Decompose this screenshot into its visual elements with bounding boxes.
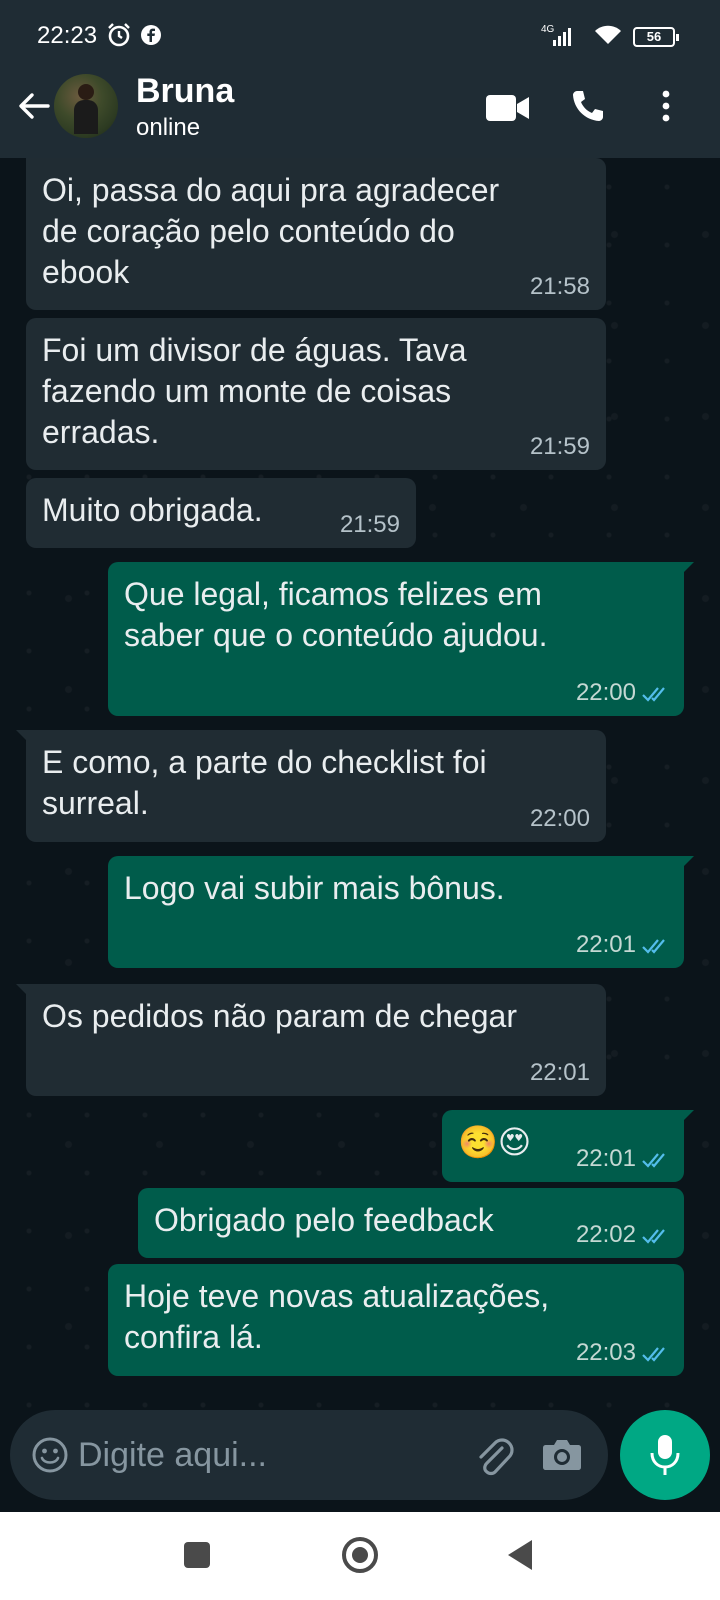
video-call-icon[interactable] [486,94,530,122]
message-text: Os pedidos não param de chegar [42,998,517,1034]
signal-icon: 4G [541,24,571,46]
message-text: Logo vai subir mais bônus. [124,870,505,906]
message-text: Oi, passa do aqui pra agradecer de coraç… [42,172,500,290]
message-time: 21:59 [339,511,400,538]
camera-icon[interactable] [542,1436,582,1472]
top-bar: 22:23 4G 56 Bruna online [0,0,720,158]
read-ticks-icon [642,938,665,954]
message-time: 22:01 [575,931,636,958]
read-ticks-icon [642,1346,665,1362]
message-incoming[interactable]: Os pedidos não param de chegar 22:01 [16,984,606,1096]
message-time: 22:03 [575,1339,636,1366]
mic-button[interactable] [620,1410,710,1500]
facebook-icon [141,25,161,45]
message-time: 22:00 [575,679,636,706]
alarm-icon [108,23,130,47]
chat-header: Bruna online [0,70,720,158]
message-input[interactable] [78,1428,458,1482]
message-time: 22:00 [529,805,590,832]
back-button[interactable] [508,1540,532,1570]
attach-icon[interactable] [474,1434,514,1478]
message-outgoing[interactable]: Obrigado pelo feedback 22:02 [138,1188,684,1258]
battery-icon: 56 [633,27,679,47]
network-label: 4G [541,24,555,35]
more-options-icon[interactable] [660,90,672,122]
contact-status: online [136,114,201,141]
bubble-tail [16,730,30,744]
message-time-read: 22:03 [576,1340,670,1366]
read-ticks-icon [642,1228,665,1244]
read-ticks-icon [642,1152,665,1168]
message-incoming[interactable]: E como, a parte do checklist foi surreal… [16,730,606,842]
message-outgoing[interactable]: Que legal, ficamos felizes em saber que … [108,562,694,716]
wifi-icon [595,25,621,44]
message-input-container[interactable] [10,1410,608,1500]
message-outgoing[interactable]: ☺️😍 22:01 [442,1110,694,1182]
message-incoming[interactable]: Foi um divisor de águas. Tava fazendo um… [26,318,606,470]
message-time: 22:01 [575,1145,636,1172]
message-time: 22:02 [575,1221,636,1248]
bubble-tail [680,856,694,870]
message-time: 21:59 [529,433,590,460]
message-time: 22:01 [529,1059,590,1086]
message-time-read: 22:02 [576,1222,670,1248]
home-button[interactable] [342,1537,378,1573]
message-time-read: 22:00 [576,680,670,706]
message-incoming[interactable]: Muito obrigada. 21:59 [26,478,416,548]
composer [0,1410,720,1506]
message-outgoing[interactable]: Logo vai subir mais bônus. 22:01 [108,856,694,968]
bubble-tail [680,562,694,576]
chat-area[interactable]: Oi, passa do aqui pra agradecer de coraç… [0,158,720,1410]
bubble-tail [680,1110,694,1124]
bubble-tail [16,984,30,998]
contact-name[interactable]: Bruna [136,72,234,111]
status-bar: 22:23 4G 56 [0,0,720,70]
back-arrow-icon[interactable] [14,86,54,126]
message-text: Que legal, ficamos felizes em saber que … [124,576,548,653]
message-time-read: 22:01 [576,1146,670,1172]
emoji-icon[interactable] [32,1437,68,1473]
system-nav-bar [0,1512,720,1600]
message-time: 21:58 [529,273,590,300]
message-time-read: 22:01 [576,932,670,958]
recent-apps-button[interactable] [184,1542,210,1568]
voice-call-icon[interactable] [570,88,606,124]
read-ticks-icon [642,686,665,702]
message-outgoing[interactable]: Hoje teve novas atualizações, confira lá… [108,1264,684,1376]
status-time: 22:23 [37,22,98,49]
mic-icon [650,1435,680,1475]
avatar[interactable] [54,74,118,138]
message-text: Foi um divisor de águas. Tava fazendo um… [42,332,467,450]
message-incoming[interactable]: Oi, passa do aqui pra agradecer de coraç… [26,158,606,310]
message-text: E como, a parte do checklist foi surreal… [42,744,487,821]
